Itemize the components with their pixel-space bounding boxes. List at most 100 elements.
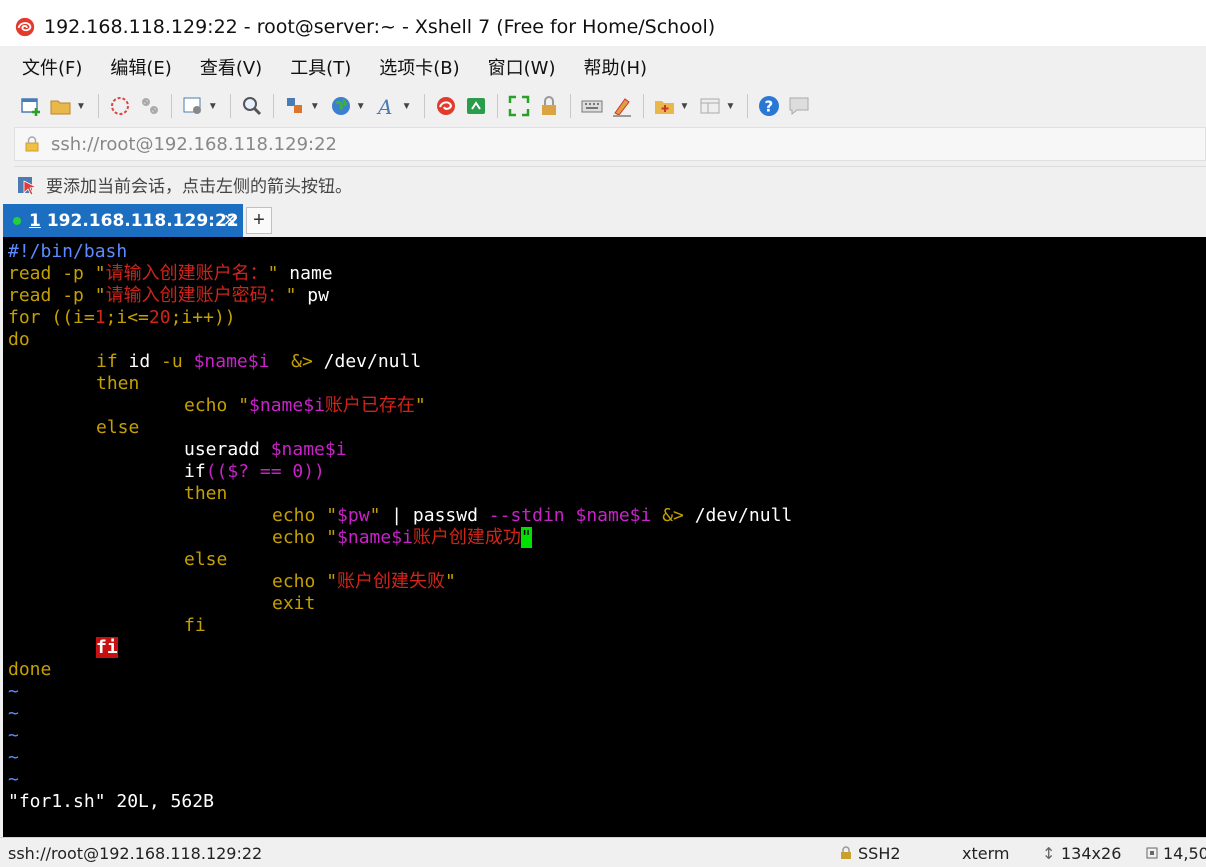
toolbar: ▼ ▼ ▼ ▼ A ▼ ▼ ▼ ? (0, 88, 1206, 124)
layout-icon[interactable] (697, 93, 723, 119)
menu-window[interactable]: 窗口(W) (482, 52, 562, 82)
menu-help[interactable]: 帮助(H) (577, 52, 653, 82)
toolbar-separator (97, 94, 99, 118)
code-token: id (117, 351, 162, 372)
globe-dropdown-icon[interactable]: ▼ (356, 101, 366, 112)
terminal-line: exit (272, 593, 315, 615)
reconnect-icon[interactable] (137, 93, 163, 119)
transfer-dropdown-icon[interactable]: ▼ (310, 101, 320, 112)
code-token: exit (272, 593, 316, 614)
code-token: read (8, 263, 52, 284)
code-token: " (94, 285, 106, 306)
window-top-strip (0, 0, 1206, 8)
fullscreen-icon[interactable] (506, 93, 532, 119)
search-icon[interactable] (239, 93, 265, 119)
code-token: $name$i (193, 351, 270, 372)
menu-view[interactable]: 查看(V) (194, 52, 268, 82)
resize-icon: ↕ (1042, 844, 1056, 863)
code-token: 账户创建成功 (412, 527, 521, 548)
code-token: then (96, 373, 140, 394)
xshell-icon[interactable] (433, 93, 459, 119)
session-hint-bar: 要添加当前会话，点击左侧的箭头按钮。 (14, 166, 1206, 202)
properties-dropdown-icon[interactable]: ▼ (208, 101, 218, 112)
code-token: $name$i (575, 505, 652, 526)
menu-tabs[interactable]: 选项卡(B) (373, 52, 465, 82)
font-dropdown-icon[interactable]: ▼ (402, 101, 412, 112)
vim-file-info: "for1.sh" 20L, 562B (8, 791, 214, 812)
menu-edit[interactable]: 编辑(E) (104, 52, 177, 82)
code-token: 请输入创建账户密码： (105, 285, 286, 306)
address-lock-icon (25, 136, 39, 152)
highlight-icon[interactable] (609, 93, 635, 119)
status-lock-icon (841, 846, 851, 859)
chat-icon[interactable] (786, 93, 812, 119)
globe-icon[interactable] (328, 93, 354, 119)
disconnect-icon[interactable] (107, 93, 133, 119)
window-title: 192.168.118.129:22 - root@server:~ - Xsh… (44, 16, 716, 38)
code-token: else (96, 417, 140, 438)
open-folder-icon[interactable] (48, 93, 74, 119)
terminal-line: if id -u $name$i &> /dev/null (96, 351, 421, 373)
properties-icon[interactable] (180, 93, 206, 119)
terminal-line: if(($? == 0)) (184, 461, 325, 483)
address-text[interactable]: ssh://root@192.168.118.129:22 (51, 134, 337, 155)
terminal-line: read -p "请输入创建账户密码：" pw (8, 285, 329, 307)
empty-line-tilde: ~ (8, 703, 19, 724)
tab-close-icon[interactable]: × (223, 210, 237, 230)
toolbar-separator (229, 94, 231, 118)
code-token: done (8, 659, 52, 680)
status-cursor-position: 14,50 (1163, 844, 1206, 863)
add-session-arrow-icon[interactable] (14, 173, 40, 197)
toolbar-separator (569, 94, 571, 118)
empty-line-tilde: ~ (8, 747, 19, 768)
code-token: -p (62, 285, 84, 306)
status-protocol: SSH2 (858, 844, 901, 863)
add-folder-dropdown-icon[interactable]: ▼ (680, 101, 690, 112)
status-connection: ssh://root@192.168.118.129:22 (8, 844, 263, 863)
terminal-line: for ((i=1;i<=20;i++)) (8, 307, 236, 329)
open-dropdown-icon[interactable]: ▼ (76, 101, 86, 112)
code-token: /dev/null (312, 351, 422, 372)
lock-icon[interactable] (536, 93, 562, 119)
code-token: for (8, 307, 41, 328)
matched-fi-highlight: fi (96, 637, 118, 658)
cursor-position-icon (1146, 847, 1158, 859)
status-size: 134x26 (1061, 844, 1122, 863)
code-token: (($? == 0)) (205, 461, 325, 482)
terminal-line: #!/bin/bash (8, 241, 127, 263)
new-session-icon[interactable] (18, 93, 44, 119)
code-token: echo (272, 571, 316, 592)
layout-dropdown-icon[interactable]: ▼ (725, 101, 735, 112)
text-cursor: " (520, 527, 532, 548)
address-bar[interactable]: ssh://root@192.168.118.129:22 (14, 127, 1206, 161)
add-session-folder-icon[interactable] (652, 93, 678, 119)
terminal-line: else (96, 417, 139, 439)
terminal-screen[interactable]: #!/bin/bash read -p "请输入创建账户名：" name rea… (3, 237, 1206, 837)
code-token: do (8, 329, 30, 350)
font-icon[interactable]: A (374, 93, 400, 119)
code-token: if (184, 461, 206, 482)
toolbar-separator (170, 94, 172, 118)
keyboard-icon[interactable] (579, 93, 605, 119)
code-token: then (184, 483, 228, 504)
terminal-line: fi (184, 615, 206, 637)
xftp-icon[interactable] (463, 93, 489, 119)
code-token: " (267, 263, 279, 284)
help-icon[interactable]: ? (756, 93, 782, 119)
status-bar: ssh://root@192.168.118.129:22 SSH2 xterm… (0, 837, 1206, 867)
code-token: " (326, 571, 338, 592)
new-tab-button[interactable]: + (246, 207, 272, 234)
status-terminal-type: xterm (962, 844, 1010, 863)
terminal-line: done (8, 659, 51, 681)
menu-tools[interactable]: 工具(T) (284, 52, 357, 82)
terminal-line: echo "账户创建失败" (272, 571, 456, 593)
transfer-icon[interactable] (282, 93, 308, 119)
tab-session-1[interactable]: 1 192.168.118.129:22 × (3, 204, 243, 237)
terminal-line: then (96, 373, 139, 395)
code-token: " (238, 395, 250, 416)
menu-bar: 文件(F) 编辑(E) 查看(V) 工具(T) 选项卡(B) 窗口(W) 帮助(… (0, 46, 1206, 88)
code-token: &> (662, 505, 684, 526)
code-token: echo (184, 395, 228, 416)
menu-file[interactable]: 文件(F) (16, 52, 88, 82)
code-token: 账户已存在 (324, 395, 415, 416)
